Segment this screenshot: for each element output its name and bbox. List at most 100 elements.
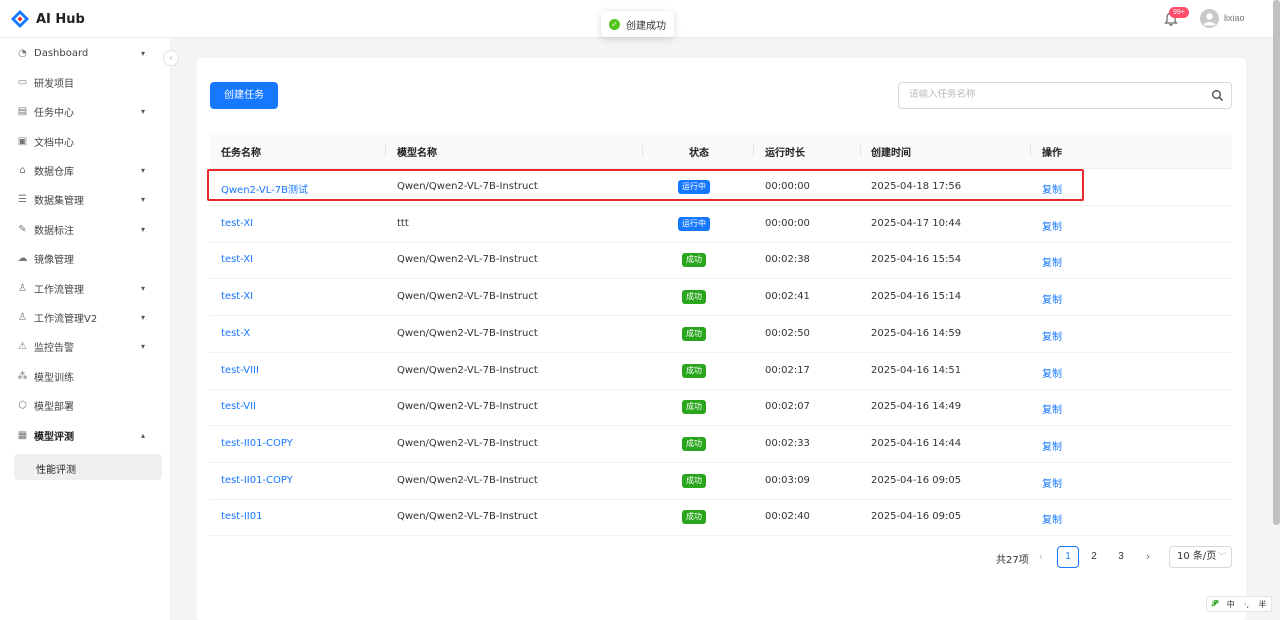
user-icon [1203, 13, 1216, 26]
status-badge: 运行中 [678, 216, 710, 231]
task-name-link[interactable]: test-X [221, 328, 250, 339]
task-name-link[interactable]: test-II01-COPY [221, 438, 293, 449]
page-button-3[interactable]: 3 [1110, 546, 1132, 568]
column-header-status[interactable]: 状态 [689, 144, 709, 159]
ime-toolbar[interactable]: 𝓟 中 ·, 半 [1206, 596, 1272, 612]
sidebar-item-model-training[interactable]: ⁂ 模型训练 [0, 363, 171, 389]
sidebar-item-model-deploy[interactable]: ⬡ 模型部署 [0, 392, 171, 418]
sidebar: ◔ Dashboard ▾ ▭ 研发项目 ▤ 任务中心 ▾ ▣ 文档中心 ⌂ 数… [0, 38, 171, 620]
page-button-1[interactable]: 1 [1057, 546, 1079, 568]
chart-icon: ▦ [17, 429, 28, 441]
created-time-cell: 2025-04-16 14:59 [871, 327, 962, 339]
model-name-cell: Qwen/Qwen2-VL-7B-Instruct [397, 181, 538, 192]
table-row[interactable]: test-XI Qwen/Qwen2-VL-7B-Instruct 成功 00:02:… [210, 242, 1232, 280]
task-name-link[interactable]: test-XI [221, 218, 253, 229]
ime-mode-label[interactable]: 中 [1227, 599, 1235, 610]
model-name-cell: Qwen/Qwen2-VL-7B-Instruct [397, 437, 538, 449]
page-scrollbar[interactable] [1273, 0, 1280, 525]
created-time-cell: 2025-04-18 17:56 [871, 181, 962, 192]
copy-action-link[interactable]: 复制 [1042, 365, 1062, 380]
sidebar-item-label: 镜像管理 [34, 254, 74, 266]
sidebar-item-data-warehouse[interactable]: ⌂ 数据仓库 ▾ [0, 157, 171, 183]
ime-punct-label[interactable]: ·, [1244, 600, 1249, 609]
table-row[interactable]: test-VII Qwen/Qwen2-VL-7B-Instruct 成功 00:02… [210, 389, 1232, 427]
copy-action-link[interactable]: 复制 [1042, 475, 1062, 490]
search-icon[interactable] [1211, 89, 1224, 102]
column-header-duration[interactable]: 运行时长 [765, 144, 805, 159]
copy-action-link[interactable]: 复制 [1042, 254, 1062, 269]
task-name-link[interactable]: test-VII [221, 401, 256, 412]
check-circle-icon: ✓ [609, 18, 620, 30]
sidebar-item-label: 工作流管理 [34, 284, 84, 296]
table-row[interactable]: test-VIII Qwen/Qwen2-VL-7B-Instruct 成功 00:0… [210, 353, 1232, 390]
sidebar-item-annotation[interactable]: ✎ 数据标注 ▾ [0, 216, 171, 242]
table-row[interactable]: test-XI Qwen/Qwen2-VL-7B-Instruct 成功 00:02:… [210, 279, 1232, 317]
created-time-cell: 2025-04-16 14:44 [871, 437, 962, 449]
duration-cell: 00:02:41 [765, 291, 810, 303]
sidebar-item-model-eval[interactable]: ▦ 模型评测 ▴ [0, 422, 171, 448]
task-name-link[interactable]: test-XI [221, 291, 253, 302]
task-name-link[interactable]: test-XI [221, 254, 253, 265]
chevron-down-icon: ▾ [141, 194, 146, 204]
sidebar-item-workflow[interactable]: ♙ 工作流管理 ▾ [0, 275, 171, 301]
next-page-button[interactable]: › [1137, 546, 1159, 568]
task-name-link[interactable]: Qwen2-VL-7B测试 [221, 181, 308, 196]
duration-cell: 00:02:33 [765, 437, 810, 449]
sidebar-item-task-center[interactable]: ▤ 任务中心 ▾ [0, 98, 171, 124]
table-row[interactable]: test-II01 Qwen/Qwen2-VL-7B-Instruct 成功 00:0… [210, 499, 1232, 537]
column-header-model-name[interactable]: 模型名称 [397, 144, 437, 159]
cloud-icon: ☁ [17, 252, 28, 264]
task-name-link[interactable]: test-VIII [221, 365, 259, 376]
sidebar-item-dashboard[interactable]: ◔ Dashboard ▾ [0, 40, 171, 66]
table-row[interactable]: test-X Qwen/Qwen2-VL-7B-Instruct 成功 00:02:5… [210, 316, 1232, 353]
created-time-cell: 2025-04-16 15:54 [871, 254, 962, 266]
copy-action-link[interactable]: 复制 [1042, 401, 1062, 416]
sidebar-collapse-button[interactable]: ‹ [163, 50, 179, 66]
sidebar-item-datasets[interactable]: ☰ 数据集管理 ▾ [0, 186, 171, 212]
ime-width-label[interactable]: 半 [1258, 599, 1266, 610]
sidebar-item-workflow-v2[interactable]: ♙ 工作流管理V2 ▾ [0, 304, 171, 330]
copy-action-link[interactable]: 复制 [1042, 291, 1062, 306]
task-search[interactable] [898, 82, 1232, 109]
model-name-cell: Qwen/Qwen2-VL-7B-Instruct [397, 401, 538, 413]
sidebar-subitem-performance-eval[interactable]: 性能评测 [14, 454, 162, 480]
column-divider [860, 143, 861, 157]
create-task-button[interactable]: 创建任务 [210, 82, 278, 109]
sidebar-item-docs[interactable]: ▣ 文档中心 [0, 128, 171, 154]
page-size-select[interactable]: 10 条/页 ﹀ [1169, 546, 1232, 568]
status-badge: 成功 [682, 436, 706, 451]
duration-cell: 00:02:07 [765, 401, 810, 413]
search-input[interactable] [909, 89, 1199, 100]
copy-action-link[interactable]: 复制 [1042, 218, 1062, 233]
table-row[interactable]: Qwen2-VL-7B测试 Qwen/Qwen2-VL-7B-Instruct 运行… [210, 169, 1232, 206]
copy-action-link[interactable]: 复制 [1042, 181, 1062, 196]
status-badge: 成功 [682, 253, 706, 268]
sidebar-item-images[interactable]: ☁ 镜像管理 [0, 245, 171, 271]
app-logo[interactable]: AI Hub [10, 9, 85, 29]
created-time-cell: 2025-04-16 15:14 [871, 291, 962, 303]
table-header: 任务名称 模型名称 状态 运行时长 创建时间 操作 [210, 132, 1232, 169]
warning-icon: ⚠ [18, 340, 27, 352]
sidebar-item-monitoring[interactable]: ⚠ 监控告警 ▾ [0, 333, 171, 359]
column-header-created[interactable]: 创建时间 [871, 144, 911, 159]
username[interactable]: lixiao [1224, 13, 1245, 23]
prev-page-button[interactable]: ‹ [1030, 546, 1052, 568]
task-name-link[interactable]: test-II01 [221, 511, 262, 522]
table-row[interactable]: test-II01-COPY Qwen/Qwen2-VL-7B-Instruct 成… [210, 426, 1232, 463]
copy-action-link[interactable]: 复制 [1042, 328, 1062, 343]
copy-action-link[interactable]: 复制 [1042, 438, 1062, 453]
table-row[interactable]: test-XI ttt 运行中 00:00:00 2025-04-17 10:44 复制 [210, 206, 1232, 243]
avatar[interactable] [1200, 9, 1219, 28]
page-button-2[interactable]: 2 [1083, 546, 1105, 568]
column-divider [385, 143, 386, 157]
copy-action-link[interactable]: 复制 [1042, 511, 1062, 526]
database-icon: ☰ [18, 193, 27, 205]
table-row[interactable]: test-II01-COPY Qwen/Qwen2-VL-7B-Instruct 成… [210, 463, 1232, 500]
task-name-link[interactable]: test-II01-COPY [221, 475, 293, 486]
column-header-task-name[interactable]: 任务名称 [221, 144, 261, 159]
created-time-cell: 2025-04-17 10:44 [871, 217, 962, 229]
duration-cell: 00:03:09 [765, 474, 810, 486]
status-badge: 成功 [682, 363, 706, 378]
sidebar-item-label: 监控告警 [34, 342, 74, 354]
sidebar-item-projects[interactable]: ▭ 研发项目 [0, 69, 171, 95]
